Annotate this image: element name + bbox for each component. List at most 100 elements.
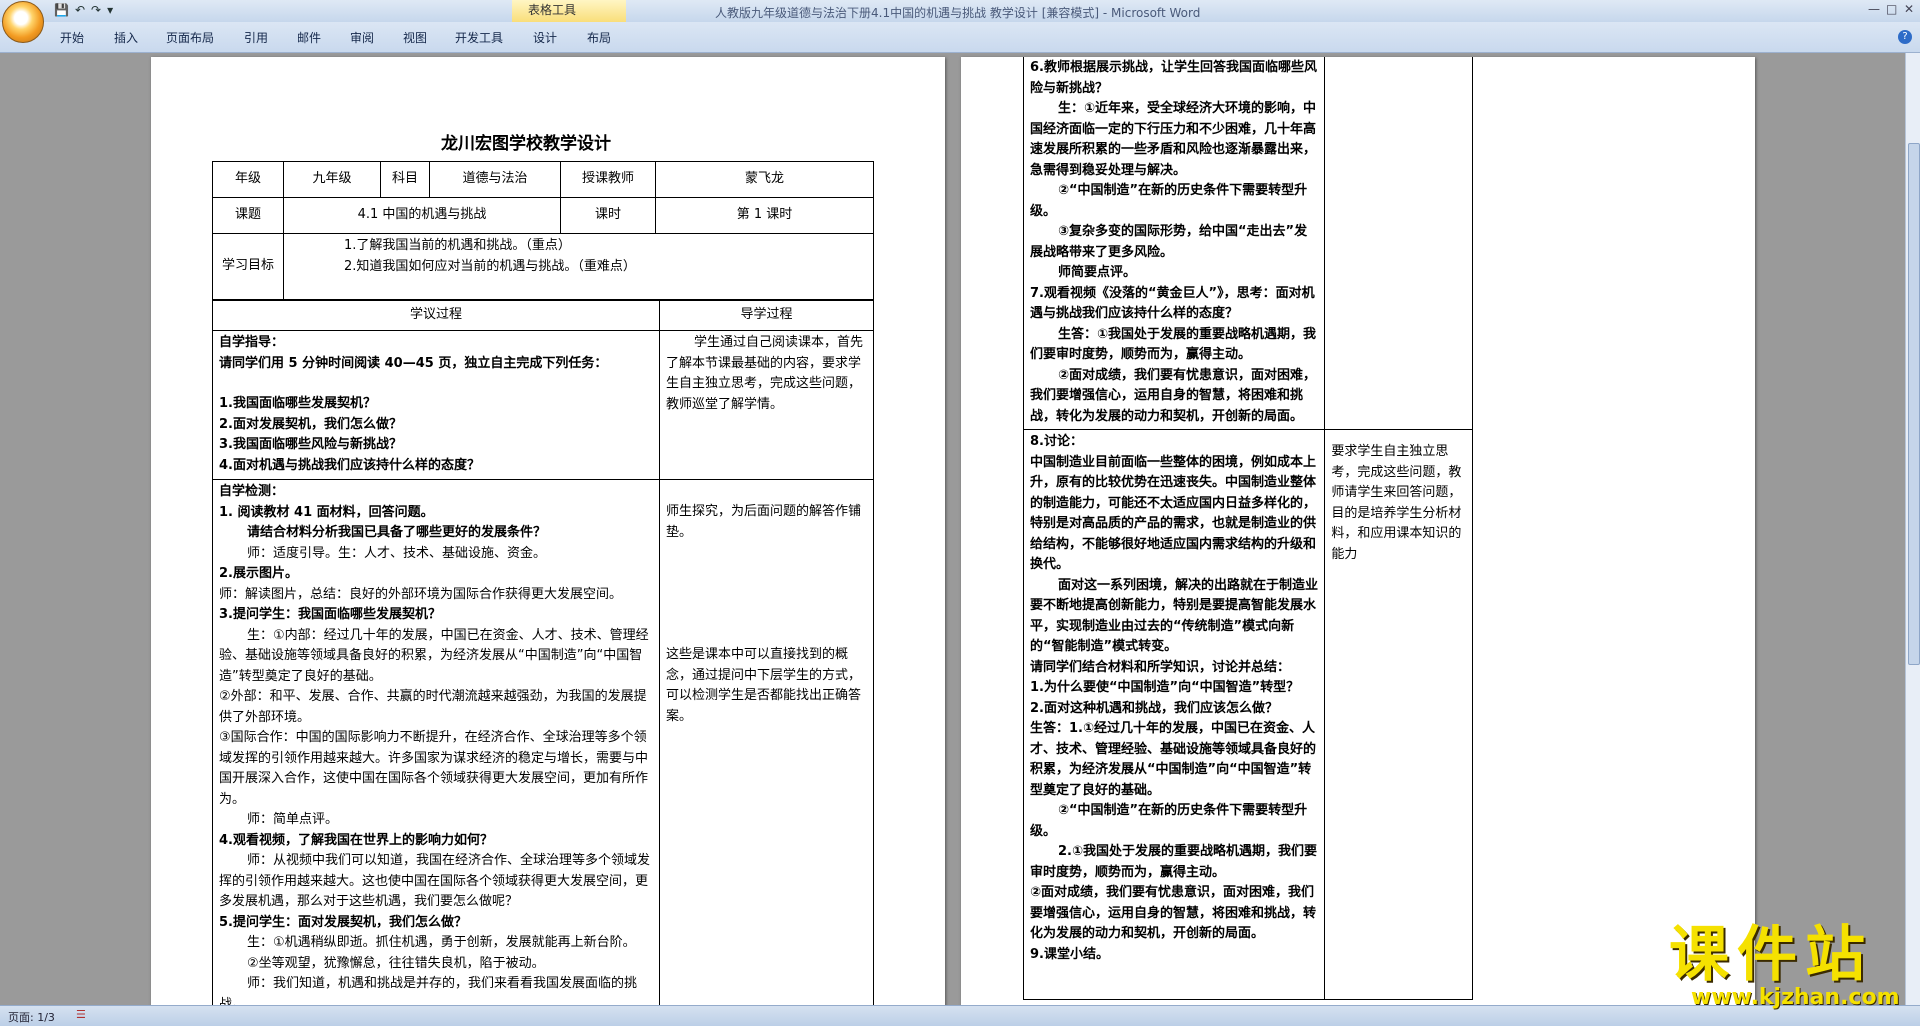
list-item: 4.面对机遇与挑战我们应该持什么样的态度？ — [219, 457, 480, 473]
ribbon-tabs: 开始 插入 页面布局 引用 邮件 审阅 视图 开发工具 设计 布局 — [0, 22, 1920, 53]
undo-icon[interactable]: ↶ — [75, 3, 85, 17]
tab-review[interactable]: 审阅 — [350, 29, 374, 46]
list-item: 9.课堂小结。 — [1030, 946, 1109, 962]
tab-design[interactable]: 设计 — [533, 29, 557, 46]
list-item: 2.面对这种机遇和挑战，我们应该怎么做？ — [1030, 700, 1278, 716]
list-item: 1.我国面临哪些发展契机？ — [219, 396, 376, 411]
challenge-cell: 6.教师根据展示挑战，让学生回答我国面临哪些风险与新挑战？ 生：①近年来，受全球… — [1022, 57, 1326, 430]
goals-cell: 1.了解我国当前的机遇和挑战。（重点） 2.知道我国如何应对当前的机遇与挑战。（… — [283, 233, 874, 300]
list-item: 师简要点评。 — [1058, 265, 1137, 280]
redo-icon[interactable]: ↷ — [91, 3, 101, 17]
list-item: 5.提问学生：面对发展契机，我们怎么做？ — [219, 914, 467, 930]
scroll-thumb[interactable] — [1908, 143, 1920, 665]
list-item: 生：①内部：经过几十年的发展，中国已在资金、人才、技术、管理经验、基础设施等领域… — [219, 627, 649, 684]
self-study-cell: 自学指导： 请同学们用 5 分钟时间阅读 40—45 页，独立自主完成下列任务：… — [212, 330, 660, 480]
document-page-1: 龙川宏图学校教学设计 年级 九年级 科目 道德与法治 授课教师 蒙飞龙 课题 4… — [151, 57, 945, 1005]
help-icon[interactable]: ? — [1898, 30, 1912, 44]
process-table-continued: 6.教师根据展示挑战，让学生回答我国面临哪些风险与新挑战？ 生：①近年来，受全球… — [1022, 57, 1473, 1000]
list-item — [219, 374, 653, 394]
list-item: 师：适度引导。生：人才、技术、基础设施、资金。 — [247, 545, 547, 561]
tab-home[interactable]: 开始 — [60, 29, 84, 46]
list-item: 2.面对发展契机，我们怎么做？ — [219, 416, 402, 432]
list-item: ②“中国制造”在新的历史条件下需要转型升级。 — [1030, 803, 1308, 839]
note-2: 这些是课本中可以直接找到的概念，通过提问中下层学生的方式，可以检测学生是否都能找… — [666, 647, 862, 724]
list-item: ②“中国制造”在新的历史条件下需要转型升级。 — [1030, 183, 1308, 219]
goals-label: 学习目标 — [212, 233, 284, 300]
save-icon[interactable]: 💾 — [54, 3, 69, 17]
list-item: 7.观看视频《没落的“黄金巨人”》，思考：面对机遇与挑战我们应该持什么样的态度？ — [1030, 285, 1315, 322]
page-indicator[interactable]: 页面: 1/3 — [8, 1009, 55, 1025]
list-item: 师：从视频中我们可以知道，我国在经济合作、全球治理等多个领域发挥的引领作用越来越… — [219, 853, 651, 909]
list-item: 自学检测： — [219, 484, 285, 499]
list-item: 中国制造业目前面临一些整体的困境，例如成本上升，原有的比较优势在迅速丧失。中国制… — [1030, 454, 1317, 573]
tab-mailings[interactable]: 邮件 — [297, 29, 321, 46]
list-item: 自学指导： — [219, 335, 285, 350]
tab-developer[interactable]: 开发工具 — [455, 29, 503, 46]
teacher-label: 授课教师 — [560, 161, 656, 198]
grade-label: 年级 — [212, 161, 284, 198]
document-title: 龙川宏图学校教学设计 — [441, 134, 611, 154]
list-item: 3.提问学生：我国面临哪些发展契机？ — [219, 607, 441, 622]
self-study-note: 学生通过自己阅读课本，首先了解本节课最基础的内容，要求学生自主独立思考，完成这些… — [659, 330, 874, 480]
document-workspace: 龙川宏图学校教学设计 年级 九年级 科目 道德与法治 授课教师 蒙飞龙 课题 4… — [0, 53, 1905, 1005]
challenge-note-cell — [1324, 57, 1473, 430]
col-header-guide: 导学过程 — [659, 300, 874, 331]
watermark-logo: 课件站 — [1669, 920, 1873, 990]
proofing-icon[interactable]: ☰ — [76, 1008, 86, 1021]
list-item: 生答：1.①经过几十年的发展，中国已在资金、人才、技术、管理经验、基础设施等领域… — [1030, 721, 1317, 798]
note-3: 要求学生自主独立思考，完成这些问题，教师请学生来回答问题，目的是培养学生分析材料… — [1331, 444, 1462, 562]
table-tools-header: 表格工具 — [512, 0, 626, 22]
maximize-icon[interactable]: □ — [1886, 2, 1897, 16]
list-item: 1.为什么要使“中国制造”向“中国智造”转型？ — [1030, 680, 1300, 695]
self-check-notes: 师生探究，为后面问题的解答作铺垫。 这些是课本中可以直接找到的概念，通过提问中下… — [659, 479, 874, 1005]
quick-access-toolbar: 💾 ↶ ↷ ▾ — [50, 3, 113, 17]
self-check-cell: 自学检测： 1. 阅读教材 41 面材料，回答问题。 请结合材料分析我国已具备了… — [212, 479, 660, 1005]
list-item: 师：解读图片，总结：良好的外部环境为国际合作获得更大发展空间。 — [219, 586, 623, 602]
discussion-cell: 8.讨论： 中国制造业目前面临一些整体的困境，例如成本上升，原有的比较优势在迅速… — [1022, 429, 1326, 1000]
topic-label: 课题 — [212, 197, 284, 234]
list-item: 8.讨论： — [1030, 434, 1083, 449]
list-item: 面对这一系列困境，解决的出路就在于制造业要不断地提高创新能力，特别是要提高智能发… — [1030, 577, 1319, 655]
list-item: 请结合材料分析我国已具备了哪些更好的发展条件？ — [247, 525, 547, 540]
list-item: ②外部：和平、发展、合作、共赢的时代潮流越来越强劲，为我国的发展提供了外部环境。 — [219, 689, 647, 725]
watermark-url: www.kjzhan.com — [1691, 985, 1900, 1010]
list-item: 2.展示图片。 — [219, 566, 298, 581]
office-button[interactable] — [2, 1, 44, 43]
window-title: 人教版九年级道德与法治下册4.1中国的机遇与挑战 教学设计 [兼容模式] - M… — [715, 6, 1201, 20]
list-item: 师：我们知道，机遇和挑战是并存的，我们来看看我国发展面临的挑战。 — [219, 976, 638, 1005]
document-page-2: 6.教师根据展示挑战，让学生回答我国面临哪些风险与新挑战？ 生：①近年来，受全球… — [961, 57, 1755, 1005]
tab-view[interactable]: 视图 — [403, 29, 427, 46]
list-item: 请同学们结合材料和所学知识，讨论并总结： — [1030, 659, 1291, 675]
minimize-icon[interactable]: — — [1868, 2, 1880, 16]
close-icon[interactable]: ✕ — [1904, 2, 1914, 16]
list-item: 师：简单点评。 — [247, 812, 339, 827]
header-table: 年级 九年级 科目 道德与法治 授课教师 蒙飞龙 课题 4.1 中国的机遇与挑战… — [212, 161, 874, 300]
vertical-scrollbar[interactable] — [1905, 53, 1920, 1005]
tab-references[interactable]: 引用 — [244, 29, 268, 46]
list-item: ②坐等观望，犹豫懈怠，往往错失良机，陷于被动。 — [247, 955, 545, 971]
period-value: 第 1 课时 — [655, 197, 874, 234]
process-table: 学议过程 导学过程 自学指导： 请同学们用 5 分钟时间阅读 40—45 页，独… — [212, 300, 874, 1005]
list-item: 1. 阅读教材 41 面材料，回答问题。 — [219, 504, 434, 520]
list-item: 4.观看视频，了解我国在世界上的影响力如何？ — [219, 832, 493, 848]
list-item: 生：①机遇稍纵即逝。抓住机遇，勇于创新，发展就能再上新台阶。 — [247, 935, 636, 950]
note-1: 师生探究，为后面问题的解答作铺垫。 — [666, 504, 862, 540]
goal-2: 2.知道我国如何应对当前的机遇与挑战。（重难点） — [344, 258, 636, 274]
col-header-study: 学议过程 — [212, 300, 660, 331]
list-item: ③国际合作：中国的国际影响力不断提升，在经济合作、全球治理等多个领域发挥的引领作… — [219, 730, 649, 807]
customize-icon[interactable]: ▾ — [107, 3, 113, 17]
tab-layout[interactable]: 布局 — [587, 29, 611, 46]
list-item: ③复杂多变的国际形势，给中国“走出去”发展战略带来了更多风险。 — [1030, 224, 1308, 260]
topic-value: 4.1 中国的机遇与挑战 — [283, 197, 561, 234]
list-item: 3.我国面临哪些风险与新挑战？ — [219, 437, 402, 452]
status-bar: 页面: 1/3 ☰ — [0, 1005, 1920, 1026]
tab-insert[interactable]: 插入 — [114, 29, 138, 46]
list-item: 生：①近年来，受全球经济大环境的影响，中国经济面临一定的下行压力和不少困难，几十… — [1030, 101, 1317, 178]
subject-label: 科目 — [380, 161, 430, 198]
list-item: ②面对成绩，我们要有忧患意识，面对困难，我们要增强信心，运用自身的智慧，将困难和… — [1030, 885, 1317, 941]
title-bar: 💾 ↶ ↷ ▾ 表格工具 人教版九年级道德与法治下册4.1中国的机遇与挑战 教学… — [0, 0, 1920, 22]
teacher-value: 蒙飞龙 — [655, 161, 874, 198]
list-item: 6.教师根据展示挑战，让学生回答我国面临哪些风险与新挑战？ — [1030, 60, 1317, 96]
tab-page-layout[interactable]: 页面布局 — [166, 29, 214, 46]
list-item: 请同学们用 5 分钟时间阅读 40—45 页，独立自主完成下列任务： — [219, 355, 608, 371]
